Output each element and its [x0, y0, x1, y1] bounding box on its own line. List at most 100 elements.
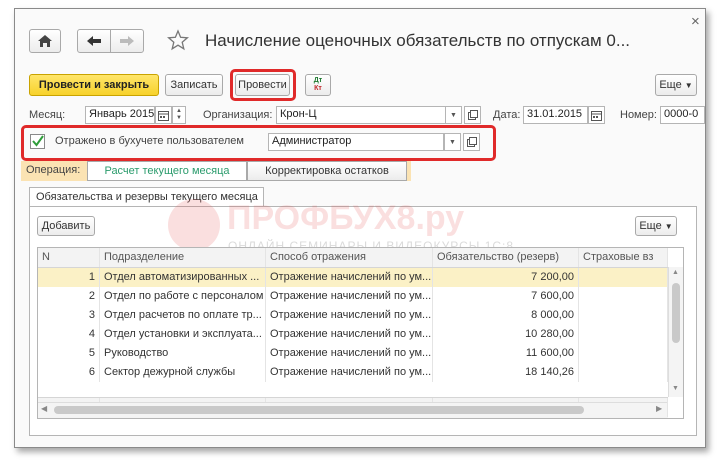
row-insurance: [579, 363, 668, 382]
row-amount: 8 000,00: [433, 306, 579, 325]
operation-option-current-month[interactable]: Расчет текущего месяца: [87, 161, 247, 181]
organization-label: Организация:: [203, 109, 273, 121]
row-method: Отражение начислений по ум...: [266, 306, 433, 325]
month-field[interactable]: Январь 2015: [85, 106, 155, 124]
dt-kt-button[interactable]: Дт Кт: [305, 74, 331, 96]
post-and-close-button[interactable]: Провести и закрыть: [29, 74, 159, 96]
calendar-icon: [158, 110, 169, 121]
table-header: N Подразделение Способ отражения Обязате…: [38, 248, 668, 268]
row-method: Отражение начислений по ум...: [266, 268, 433, 287]
table-row[interactable]: 5 Руководство Отражение начислений по ум…: [38, 344, 668, 363]
row-n: 1: [38, 268, 100, 287]
col-header-amount[interactable]: Обязательство (резерв): [433, 248, 579, 267]
window-title: Начисление оценочных обязательств по отп…: [205, 31, 631, 50]
calendar-button[interactable]: [155, 106, 172, 124]
row-method: Отражение начислений по ум...: [266, 344, 433, 363]
row-insurance: [579, 268, 668, 287]
number-label: Номер:: [620, 109, 657, 121]
dt-kt-icon-top: Дт: [313, 77, 323, 84]
spin-down-icon: ▼: [176, 115, 182, 121]
row-department: Отдел расчетов по оплате тр...: [100, 306, 266, 325]
col-header-department[interactable]: Подразделение: [100, 248, 266, 267]
add-row-button[interactable]: Добавить: [37, 216, 95, 236]
date-label: Дата:: [493, 109, 521, 121]
more-button[interactable]: Еще ▼: [655, 74, 697, 96]
horizontal-scrollbar[interactable]: ◀ ▶: [38, 402, 667, 417]
scroll-up-icon[interactable]: ▲: [672, 269, 679, 276]
table-row[interactable]: 2 Отдел по работе с персоналом Отражение…: [38, 287, 668, 306]
table-row[interactable]: 3 Отдел расчетов по оплате тр... Отражен…: [38, 306, 668, 325]
row-amount: 18 140,26: [433, 363, 579, 382]
col-header-insurance[interactable]: Страховые вз: [579, 248, 668, 267]
row-amount: 7 200,00: [433, 268, 579, 287]
nav-forward-button[interactable]: [110, 29, 144, 53]
row-n: 6: [38, 363, 100, 382]
accounting-user-dropdown-button[interactable]: ▼: [444, 133, 461, 151]
arrow-right-icon: [120, 36, 134, 46]
scroll-right-icon[interactable]: ▶: [656, 404, 662, 413]
accounting-user-open-button[interactable]: [463, 133, 480, 151]
checkmark-icon: [32, 135, 44, 147]
row-insurance: [579, 325, 668, 344]
date-field[interactable]: 31.01.2015: [523, 106, 588, 124]
post-button-highlight: [230, 69, 296, 101]
spin-up-icon: ▲: [176, 108, 182, 114]
scroll-left-icon[interactable]: ◀: [41, 404, 47, 413]
month-label: Месяц:: [29, 109, 66, 121]
operation-option-balance-correction[interactable]: Корректировка остатков: [247, 161, 407, 181]
open-link-icon: [467, 110, 478, 120]
month-spinner[interactable]: ▲ ▼: [172, 106, 186, 124]
row-department: Сектор дежурной службы: [100, 363, 266, 382]
table-more-button[interactable]: Еще ▼: [635, 216, 677, 236]
accounting-checkbox[interactable]: [30, 134, 45, 149]
row-amount: 7 600,00: [433, 287, 579, 306]
organization-dropdown-button[interactable]: ▼: [445, 106, 462, 124]
save-button[interactable]: Записать: [165, 74, 223, 96]
row-department: Отдел по работе с персоналом: [100, 287, 266, 306]
horizontal-scrollbar-thumb[interactable]: [54, 406, 584, 414]
obligations-table[interactable]: N Подразделение Способ отражения Обязате…: [37, 247, 684, 419]
row-n: 2: [38, 287, 100, 306]
row-insurance: [579, 306, 668, 325]
table-row[interactable]: 4 Отдел установки и эксплуата... Отражен…: [38, 325, 668, 344]
document-window: Начисление оценочных обязательств по отп…: [14, 8, 706, 448]
tab-obligations-label: Обязательства и резервы текущего месяца: [36, 191, 258, 203]
favorite-star-icon[interactable]: [166, 29, 191, 53]
calendar-icon: [591, 110, 602, 121]
open-link-icon: [466, 137, 477, 147]
row-n: 5: [38, 344, 100, 363]
scrollbar-thumb[interactable]: [672, 283, 680, 343]
row-amount: 11 600,00: [433, 344, 579, 363]
table-row[interactable]: 1 Отдел автоматизированных ... Отражение…: [38, 268, 668, 287]
scroll-down-icon[interactable]: ▼: [672, 385, 679, 392]
row-method: Отражение начислений по ум...: [266, 363, 433, 382]
home-button[interactable]: [29, 29, 61, 53]
arrow-left-icon: [87, 36, 101, 46]
row-department: Отдел автоматизированных ...: [100, 268, 266, 287]
col-header-n[interactable]: N: [38, 248, 100, 267]
nav-back-button[interactable]: [77, 29, 111, 53]
dropdown-arrow-icon: ▼: [450, 111, 457, 119]
row-amount: 10 280,00: [433, 325, 579, 344]
row-method: Отражение начислений по ум...: [266, 287, 433, 306]
organization-field[interactable]: Крон-Ц: [276, 106, 462, 124]
number-field[interactable]: 0000-0: [660, 106, 705, 124]
operation-label: Операция:: [26, 164, 81, 176]
organization-open-button[interactable]: [464, 106, 481, 124]
dt-kt-icon-bottom: Кт: [314, 85, 322, 92]
watermark-text: ПРОФБУХ8.ру: [227, 199, 465, 237]
chevron-down-icon: ▼: [664, 221, 673, 231]
close-icon[interactable]: ×: [691, 13, 700, 30]
watermark-logo: [168, 199, 220, 251]
vertical-scrollbar[interactable]: ▲ ▼: [668, 267, 683, 397]
home-icon: [38, 35, 52, 47]
row-department: Отдел установки и эксплуата...: [100, 325, 266, 344]
chevron-down-icon: ▼: [684, 80, 693, 90]
col-header-method[interactable]: Способ отражения: [266, 248, 433, 267]
accounting-label: Отражено в бухучете пользователем: [55, 135, 244, 147]
accounting-user-field[interactable]: Администратор: [268, 133, 444, 151]
row-n: 3: [38, 306, 100, 325]
table-row[interactable]: 6 Сектор дежурной службы Отражение начис…: [38, 363, 668, 382]
row-insurance: [579, 287, 668, 306]
date-calendar-button[interactable]: [588, 106, 605, 124]
